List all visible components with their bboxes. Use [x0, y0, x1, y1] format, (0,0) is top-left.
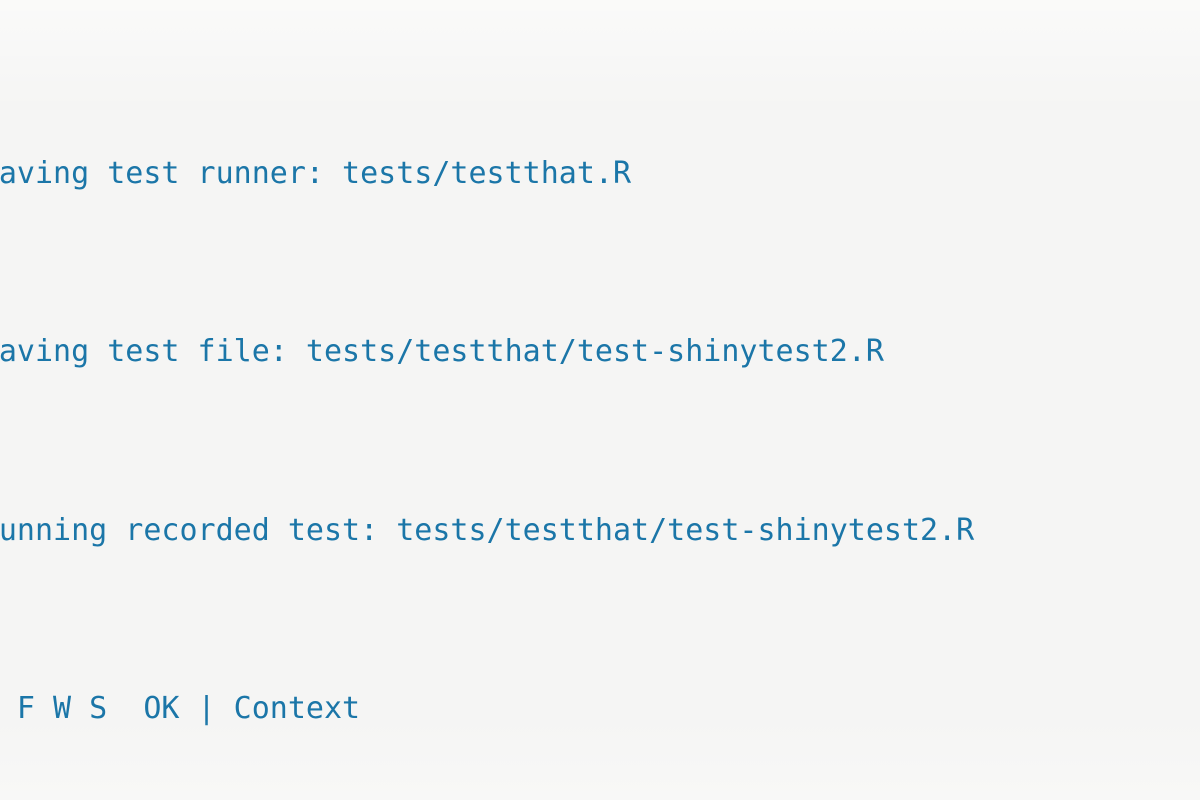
line-saving-test-runner: Saving test runner: tests/testthat.R — [0, 155, 632, 191]
terminal-screen: Saving test runner: tests/testthat.R Sav… — [0, 0, 1200, 800]
line-saving-test-file: Saving test file: tests/testthat/test-sh… — [0, 334, 884, 370]
line-running-recorded-test: Running recorded test: tests/testthat/te… — [0, 512, 975, 548]
terminal-output[interactable]: Saving test runner: tests/testthat.R Sav… — [0, 18, 1200, 800]
progress-table-header: F W S OK | Context — [0, 690, 361, 726]
